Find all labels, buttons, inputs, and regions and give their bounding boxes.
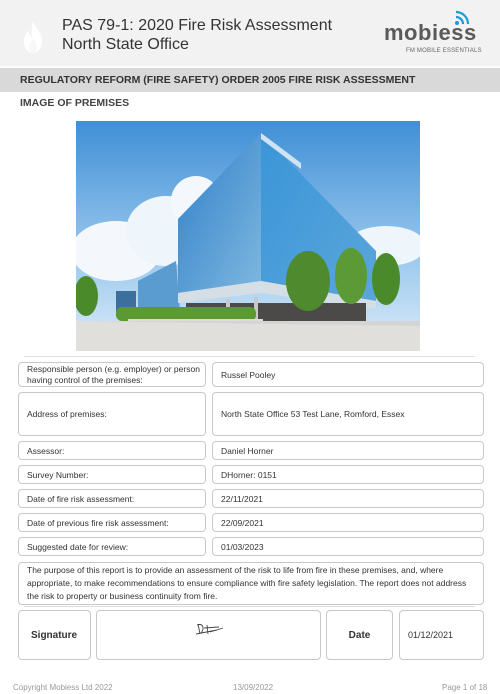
banner-text: REGULATORY REFORM (FIRE SAFETY) ORDER 20… [20,74,416,86]
regulation-banner: REGULATORY REFORM (FIRE SAFETY) ORDER 20… [0,68,500,92]
field-value-assessor: Daniel Horner [212,441,484,460]
date-label: Date [326,610,393,660]
footer-date: 13/09/2022 [233,683,274,692]
purpose-statement: The purpose of this report is to provide… [18,562,484,605]
field-value-review-date: 01/03/2023 [212,537,484,556]
field-label-survey-number: Survey Number: [18,465,206,484]
signature-box[interactable] [96,610,321,660]
title-line-1: PAS 79-1: 2020 Fire Risk Assessment [62,17,333,34]
page-header: PAS 79-1: 2020 Fire Risk Assessment Nort… [0,0,500,66]
signature-date-value: 01/12/2021 [399,610,484,660]
signature-scribble [195,623,224,635]
divider [24,606,475,607]
footer-copyright: Copyright Mobiess Ltd 2022 [13,683,113,692]
signature-label: Signature [18,610,91,660]
flame-icon [24,21,42,53]
logo-wordmark: mobiess [384,20,477,45]
title-line-2: North State Office [62,36,189,53]
field-value-previous-assessment-date: 22/09/2021 [212,513,484,532]
logo-tagline: FM MOBILE ESSENTIALS [406,48,482,54]
mobiess-logo: mobiess FM MOBILE ESSENTIALS [384,10,484,60]
field-label-address: Address of premises: [18,392,206,436]
field-value-address: North State Office 53 Test Lane, Romford… [212,392,484,436]
field-value-responsible-person: Russel Pooley [212,362,484,387]
field-label-assessor: Assessor: [18,441,206,460]
document-title: PAS 79-1: 2020 Fire Risk Assessment Nort… [62,16,332,54]
field-value-survey-number: DHorner: 0151 [212,465,484,484]
field-label-responsible-person: Responsible person (e.g. employer) or pe… [18,362,206,387]
footer-page-number: Page 1 of 18 [442,683,488,692]
field-label-review-date: Suggested date for review: [18,537,206,556]
divider [24,356,475,357]
image-section-title: IMAGE OF PREMISES [20,97,130,109]
field-value-assessment-date: 22/11/2021 [212,489,484,508]
premises-image [76,121,420,351]
field-label-previous-assessment-date: Date of previous fire risk assessment: [18,513,206,532]
field-label-assessment-date: Date of fire risk assessment: [18,489,206,508]
